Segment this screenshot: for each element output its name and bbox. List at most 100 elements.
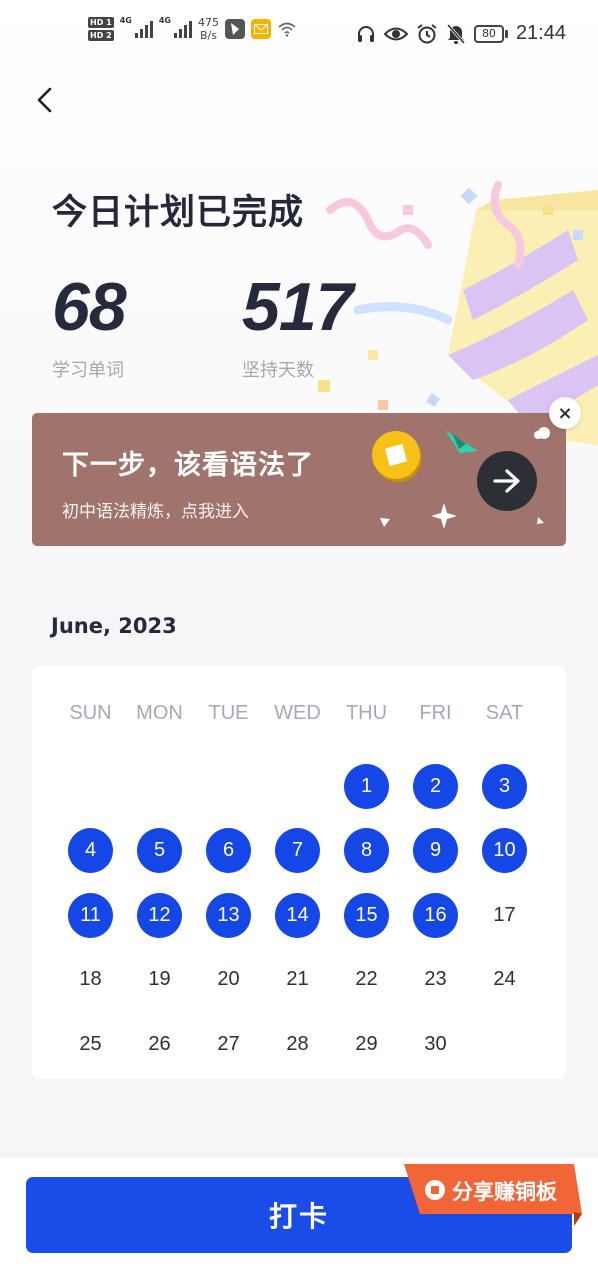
calendar-day-completed[interactable]: 12 bbox=[137, 892, 182, 938]
calendar-day-completed[interactable]: 10 bbox=[482, 828, 527, 874]
calendar-empty-day bbox=[206, 764, 251, 809]
calendar-empty-day bbox=[275, 764, 320, 809]
alarm-icon bbox=[417, 23, 437, 43]
arrow-right-icon bbox=[493, 469, 520, 493]
banner-title: 下一步，该看语法了 bbox=[62, 450, 314, 481]
calendar-day[interactable]: 30 bbox=[413, 1022, 458, 1067]
calendar-cell: 9 bbox=[401, 819, 470, 884]
coin-icon bbox=[372, 431, 422, 482]
battery-icon: 80 bbox=[473, 24, 508, 43]
calendar-cell: 10 bbox=[470, 819, 539, 884]
calendar-cell: 21 bbox=[263, 948, 332, 1013]
calendar-day-completed[interactable]: 13 bbox=[206, 892, 251, 938]
words-learned-count: 68 bbox=[52, 269, 127, 345]
calendar-cell: 14 bbox=[263, 883, 332, 948]
status-bar: HD 1 HD 2 4G 4G 475 B/s 80 21:44 bbox=[0, 0, 598, 70]
mail-icon bbox=[250, 19, 271, 39]
calendar-day-completed[interactable]: 2 bbox=[413, 763, 458, 809]
calendar-cell: 26 bbox=[125, 1012, 194, 1077]
calendar-cell: 2 bbox=[401, 754, 470, 819]
calendar-day[interactable]: 23 bbox=[413, 957, 458, 1002]
calendar-week-row: 25 26 27 28 29 30 bbox=[56, 1012, 539, 1077]
calendar-cell bbox=[263, 754, 332, 819]
calendar-day-completed[interactable]: 5 bbox=[137, 828, 182, 874]
calendar-week-row: 18 19 20 21 22 23 24 bbox=[56, 948, 539, 1013]
hd1-label: HD 1 bbox=[88, 17, 114, 28]
calendar-day-completed[interactable]: 7 bbox=[275, 828, 320, 874]
calendar-cell: 19 bbox=[125, 948, 194, 1013]
calendar-week-row: 11 12 13 14 15 16 17 bbox=[56, 883, 539, 948]
calendar-day[interactable]: 24 bbox=[482, 957, 527, 1002]
calendar-cell: 8 bbox=[332, 819, 401, 884]
calendar-day[interactable]: 29 bbox=[344, 1022, 389, 1067]
banner-go-button[interactable] bbox=[477, 451, 537, 511]
weekday-tue: TUE bbox=[208, 702, 249, 724]
wifi-icon bbox=[278, 22, 296, 37]
grammar-banner[interactable]: 下一步，该看语法了 初中语法精炼，点我进入 bbox=[32, 413, 566, 546]
calendar-day-completed[interactable]: 3 bbox=[482, 763, 527, 809]
words-learned-label: 学习单词 bbox=[52, 360, 124, 381]
network-type-2: 4G bbox=[158, 16, 171, 25]
network-speed: 475 B/s bbox=[198, 16, 219, 42]
calendar-day[interactable]: 28 bbox=[275, 1022, 320, 1067]
calendar-day[interactable]: 26 bbox=[137, 1022, 182, 1067]
calendar-day[interactable]: 19 bbox=[137, 957, 182, 1002]
signal-icon bbox=[134, 20, 153, 38]
calendar-day-completed[interactable]: 15 bbox=[344, 892, 389, 938]
page-title: 今日计划已完成 bbox=[52, 193, 305, 233]
calendar-cell: 1 bbox=[332, 754, 401, 819]
banner-subtitle: 初中语法精炼，点我进入 bbox=[62, 502, 249, 522]
calendar-day[interactable]: 25 bbox=[68, 1022, 113, 1067]
calendar-week-row: 123 bbox=[56, 754, 539, 819]
calendar-day-completed[interactable]: 8 bbox=[344, 828, 389, 874]
calendar-cell: 20 bbox=[194, 948, 263, 1013]
speed-unit: B/s bbox=[199, 29, 217, 42]
calendar-cell: 16 bbox=[401, 883, 470, 948]
calendar-day[interactable]: 21 bbox=[275, 957, 320, 1002]
status-time: 21:44 bbox=[515, 22, 566, 44]
calendar-day-completed[interactable]: 16 bbox=[413, 892, 458, 938]
calendar-day-completed[interactable]: 1 bbox=[344, 763, 389, 809]
calendar-cell: 28 bbox=[263, 1012, 332, 1077]
back-button[interactable] bbox=[28, 84, 60, 116]
calendar-empty-day bbox=[68, 764, 113, 809]
calendar-day-completed[interactable]: 9 bbox=[413, 828, 458, 874]
calendar-cell: 4 bbox=[56, 819, 125, 884]
chevron-left-icon bbox=[37, 87, 52, 113]
calendar-cell: 5 bbox=[125, 819, 194, 884]
streak-days-count: 517 bbox=[242, 269, 353, 345]
calendar-cell: 25 bbox=[56, 1012, 125, 1077]
calendar-cell: 6 bbox=[194, 819, 263, 884]
calendar-month-label: June, 2023 bbox=[51, 614, 177, 638]
calendar-cell bbox=[194, 754, 263, 819]
share-icon bbox=[425, 1180, 445, 1200]
calendar-cell: 30 bbox=[401, 1012, 470, 1077]
battery-level: 80 bbox=[473, 24, 504, 43]
calendar-day-completed[interactable]: 14 bbox=[275, 892, 320, 938]
calendar-cell: 22 bbox=[332, 948, 401, 1013]
calendar-day-completed[interactable]: 4 bbox=[68, 828, 113, 874]
calendar-day[interactable]: 22 bbox=[344, 957, 389, 1002]
calendar-cell: 23 bbox=[401, 948, 470, 1013]
hd2-label: HD 2 bbox=[88, 30, 114, 41]
calendar-day-completed[interactable]: 6 bbox=[206, 828, 251, 874]
calendar-empty-day bbox=[137, 764, 182, 809]
hd-badge: HD 1 HD 2 bbox=[88, 17, 114, 41]
banner-close-button[interactable]: × bbox=[549, 397, 581, 429]
calendar-day[interactable]: 18 bbox=[68, 957, 113, 1002]
signal-icon bbox=[173, 20, 192, 38]
calendar-day[interactable]: 17 bbox=[482, 893, 527, 938]
calendar: SUN MON TUE WED THU FRI SAT 1 2 3 4 5 6 7 8 9 10 1… bbox=[32, 666, 566, 1079]
calendar-day[interactable]: 27 bbox=[206, 1022, 251, 1067]
calendar-cell: 12 bbox=[125, 883, 194, 948]
share-earn-label[interactable]: 分享赚铜板 bbox=[452, 1176, 557, 1206]
calendar-cell bbox=[470, 1012, 539, 1077]
calendar-day-completed[interactable]: 11 bbox=[68, 892, 113, 938]
calendar-cell bbox=[56, 754, 125, 819]
weekday-mon: MON bbox=[136, 702, 183, 724]
eye-icon bbox=[383, 27, 408, 40]
weekday-wed: WED bbox=[274, 702, 321, 724]
weekday-fri: FRI bbox=[419, 702, 452, 724]
calendar-day[interactable]: 20 bbox=[206, 957, 251, 1002]
weekday-thu: THU bbox=[345, 702, 388, 724]
